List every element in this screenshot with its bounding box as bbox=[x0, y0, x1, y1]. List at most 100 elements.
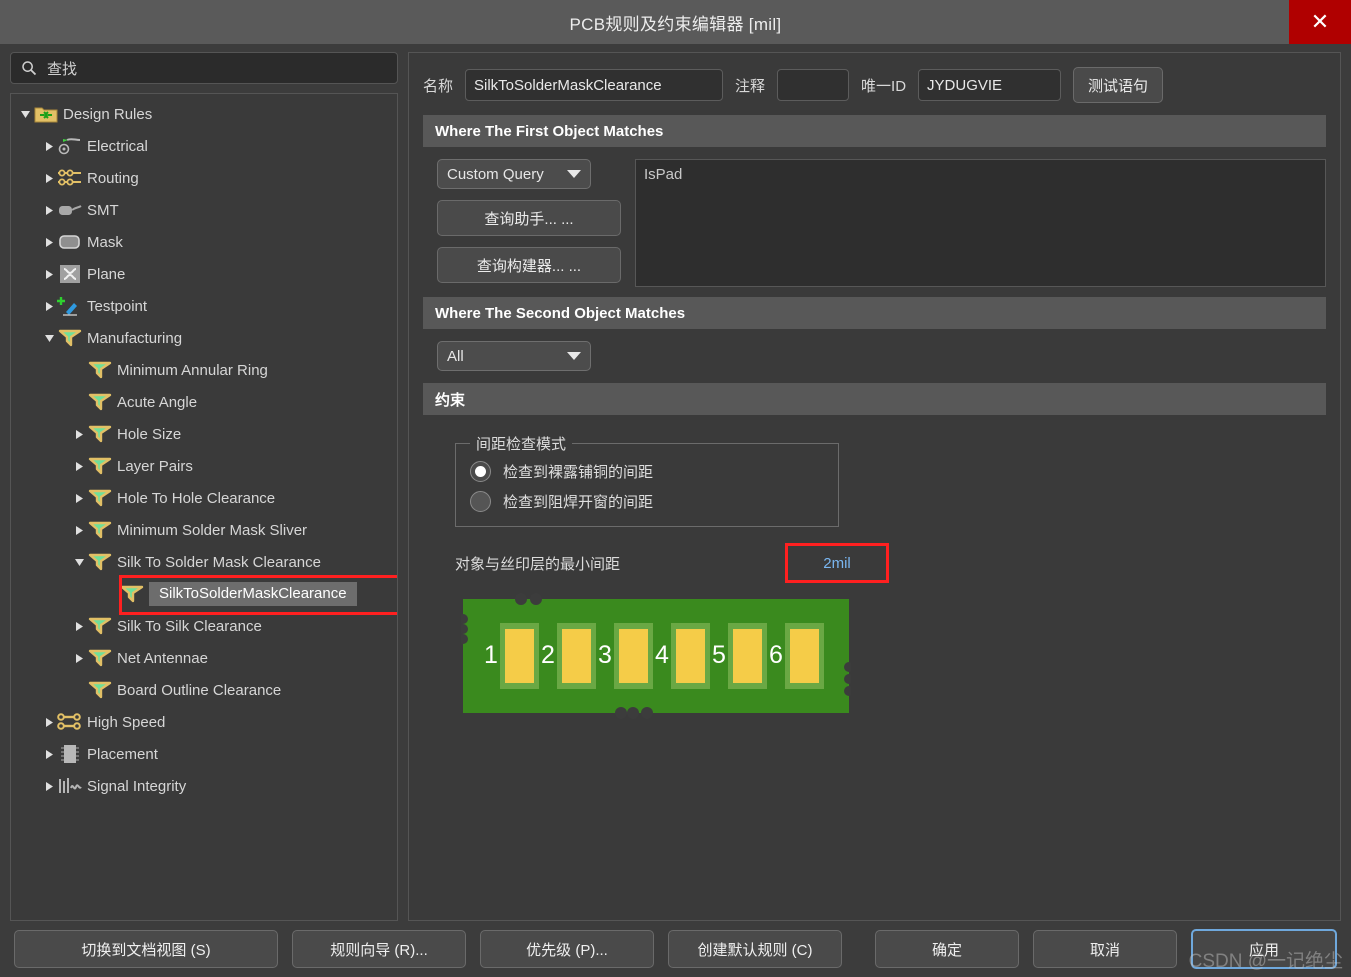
twisty-collapsed-icon[interactable] bbox=[41, 749, 57, 760]
first-object-query-area: Custom Query 查询助手... ... 查询构建器... ... Is… bbox=[409, 147, 1340, 297]
tree-item-net-antennae[interactable]: Net Antennae bbox=[11, 642, 397, 674]
tree-item-testpoint[interactable]: Testpoint bbox=[11, 290, 397, 322]
pcb-preview-graphic: 123456 bbox=[461, 593, 851, 719]
pcb-pad bbox=[505, 629, 534, 683]
mask-icon bbox=[57, 231, 83, 253]
tree-item-silk-to-silk-clearance[interactable]: Silk To Silk Clearance bbox=[11, 610, 397, 642]
tree-item-minimum-solder-mask-sliver[interactable]: Minimum Solder Mask Sliver bbox=[11, 514, 397, 546]
tree-item-label: Electrical bbox=[87, 138, 154, 155]
rule-icon bbox=[87, 615, 113, 637]
radio-button[interactable] bbox=[470, 491, 491, 512]
twisty-collapsed-icon[interactable] bbox=[71, 653, 87, 664]
tree-item-electrical[interactable]: Electrical bbox=[11, 130, 397, 162]
tree-item-smt[interactable]: SMT bbox=[11, 194, 397, 226]
rule-identity-row: 名称 SilkToSolderMaskClearance 注释 唯一ID JYD… bbox=[409, 53, 1340, 115]
rule-icon bbox=[87, 647, 113, 669]
tree-item-manufacturing[interactable]: Manufacturing bbox=[11, 322, 397, 354]
rule-icon bbox=[87, 487, 113, 509]
clearance-mode-radio-list: 检查到裸露铺铜的间距检查到阻焊开窗的间距 bbox=[470, 456, 824, 516]
twisty-collapsed-icon[interactable] bbox=[41, 237, 57, 248]
twisty-collapsed-icon[interactable] bbox=[41, 141, 57, 152]
tree-item-design-rules[interactable]: Design Rules bbox=[11, 98, 397, 130]
ok-button[interactable]: 确定 bbox=[875, 930, 1019, 968]
switch-to-document-view-button[interactable]: 切换到文档视图 (S) bbox=[14, 930, 278, 968]
tree-item-label: SilkToSolderMaskClearance bbox=[149, 582, 357, 606]
unique-id-field[interactable]: JYDUGVIE bbox=[918, 69, 1061, 101]
query-helper-button[interactable]: 查询助手... ... bbox=[437, 200, 621, 236]
tree-item-label: Layer Pairs bbox=[117, 458, 199, 475]
tree-item-label: High Speed bbox=[87, 714, 171, 731]
twisty-expanded-icon[interactable] bbox=[17, 109, 33, 120]
twisty-collapsed-icon[interactable] bbox=[71, 493, 87, 504]
rule-comment-field[interactable] bbox=[777, 69, 849, 101]
search-input[interactable]: 查找 bbox=[10, 52, 398, 84]
tree-item-minimum-annular-ring[interactable]: Minimum Annular Ring bbox=[11, 354, 397, 386]
radio-button[interactable] bbox=[470, 461, 491, 482]
tree-item-silk-to-solder-mask-clearance[interactable]: Silk To Solder Mask Clearance bbox=[11, 546, 397, 578]
tree-item-mask[interactable]: Mask bbox=[11, 226, 397, 258]
clearance-mode-radio-2[interactable]: 检查到阻焊开窗的间距 bbox=[470, 486, 824, 516]
design-rules-tree[interactable]: Design Rules Electrical Routing SMTMaskPlan… bbox=[10, 93, 398, 921]
twisty-collapsed-icon[interactable] bbox=[41, 717, 57, 728]
main-body: 查找 Design RulesElectricalRoutingSMTMaskP… bbox=[0, 44, 1351, 921]
rule-name-field[interactable]: SilkToSolderMaskClearance bbox=[465, 69, 723, 101]
close-icon[interactable]: ✕ bbox=[1289, 0, 1351, 44]
twisty-collapsed-icon[interactable] bbox=[71, 461, 87, 472]
pcb-pad bbox=[790, 629, 819, 683]
cancel-button[interactable]: 取消 bbox=[1033, 930, 1177, 968]
rule-icon bbox=[87, 423, 113, 445]
tree-item-hole-to-hole-clearance[interactable]: Hole To Hole Clearance bbox=[11, 482, 397, 514]
routing-icon bbox=[57, 167, 83, 189]
tree-item-routing[interactable]: Routing bbox=[11, 162, 397, 194]
second-object-header: Where The Second Object Matches bbox=[423, 297, 1326, 329]
tree-item-high-speed[interactable]: High Speed bbox=[11, 706, 397, 738]
title-bar: PCB规则及约束编辑器 [mil] ✕ bbox=[0, 0, 1351, 44]
constraint-header: 约束 bbox=[423, 383, 1326, 415]
min-clearance-row: 对象与丝印层的最小间距 2mil bbox=[455, 543, 1326, 583]
tree-item-label: Silk To Silk Clearance bbox=[117, 618, 268, 635]
tree-item-label: Placement bbox=[87, 746, 164, 763]
tree-item-acute-angle[interactable]: Acute Angle bbox=[11, 386, 397, 418]
tree-item-signal-integrity[interactable]: Signal Integrity bbox=[11, 770, 397, 802]
twisty-collapsed-icon[interactable] bbox=[41, 269, 57, 280]
twisty-collapsed-icon[interactable] bbox=[71, 621, 87, 632]
rule-icon bbox=[87, 391, 113, 413]
create-default-rules-button[interactable]: 创建默认规则 (C) bbox=[668, 930, 842, 968]
tree-item-plane[interactable]: Plane bbox=[11, 258, 397, 290]
placement-icon bbox=[57, 743, 83, 765]
twisty-expanded-icon[interactable] bbox=[41, 333, 57, 344]
min-clearance-value-field[interactable]: 2mil bbox=[785, 543, 889, 583]
test-query-button[interactable]: 测试语句 bbox=[1073, 67, 1163, 103]
twisty-collapsed-icon[interactable] bbox=[41, 301, 57, 312]
tree-item-silktosoldermaskclearance[interactable]: SilkToSolderMaskClearance bbox=[11, 578, 397, 610]
tree-item-label: Routing bbox=[87, 170, 145, 187]
smt-icon bbox=[57, 199, 83, 221]
tree-item-label: Design Rules bbox=[63, 106, 158, 123]
tree-item-layer-pairs[interactable]: Layer Pairs bbox=[11, 450, 397, 482]
tree-item-hole-size[interactable]: Hole Size bbox=[11, 418, 397, 450]
window-title: PCB规则及约束编辑器 [mil] bbox=[570, 10, 782, 35]
footer-bar: 切换到文档视图 (S) 规则向导 (R)... 优先级 (P)... 创建默认规… bbox=[0, 921, 1351, 977]
first-scope-combo[interactable]: Custom Query bbox=[437, 159, 591, 189]
query-text-area[interactable]: IsPad bbox=[635, 159, 1326, 287]
tree-item-label: Silk To Solder Mask Clearance bbox=[117, 554, 327, 571]
twisty-collapsed-icon[interactable] bbox=[71, 525, 87, 536]
twisty-collapsed-icon[interactable] bbox=[41, 205, 57, 216]
rule-wizard-button[interactable]: 规则向导 (R)... bbox=[292, 930, 466, 968]
twisty-collapsed-icon[interactable] bbox=[41, 781, 57, 792]
tree-item-placement[interactable]: Placement bbox=[11, 738, 397, 770]
second-scope-combo[interactable]: All bbox=[437, 341, 591, 371]
pcb-pad bbox=[619, 629, 648, 683]
twisty-expanded-icon[interactable] bbox=[71, 557, 87, 568]
signal-integrity-icon bbox=[57, 775, 83, 797]
query-builder-button[interactable]: 查询构建器... ... bbox=[437, 247, 621, 283]
twisty-collapsed-icon[interactable] bbox=[41, 173, 57, 184]
twisty-collapsed-icon[interactable] bbox=[71, 429, 87, 440]
priority-button[interactable]: 优先级 (P)... bbox=[480, 930, 654, 968]
apply-button[interactable]: 应用 bbox=[1191, 929, 1337, 969]
rule-icon bbox=[119, 583, 145, 605]
clearance-mode-radio-1[interactable]: 检查到裸露铺铜的间距 bbox=[470, 456, 824, 486]
pcb-preview-svg: 123456 bbox=[461, 593, 851, 719]
tree-item-board-outline-clearance[interactable]: Board Outline Clearance bbox=[11, 674, 397, 706]
unique-id-label: 唯一ID bbox=[861, 75, 906, 96]
